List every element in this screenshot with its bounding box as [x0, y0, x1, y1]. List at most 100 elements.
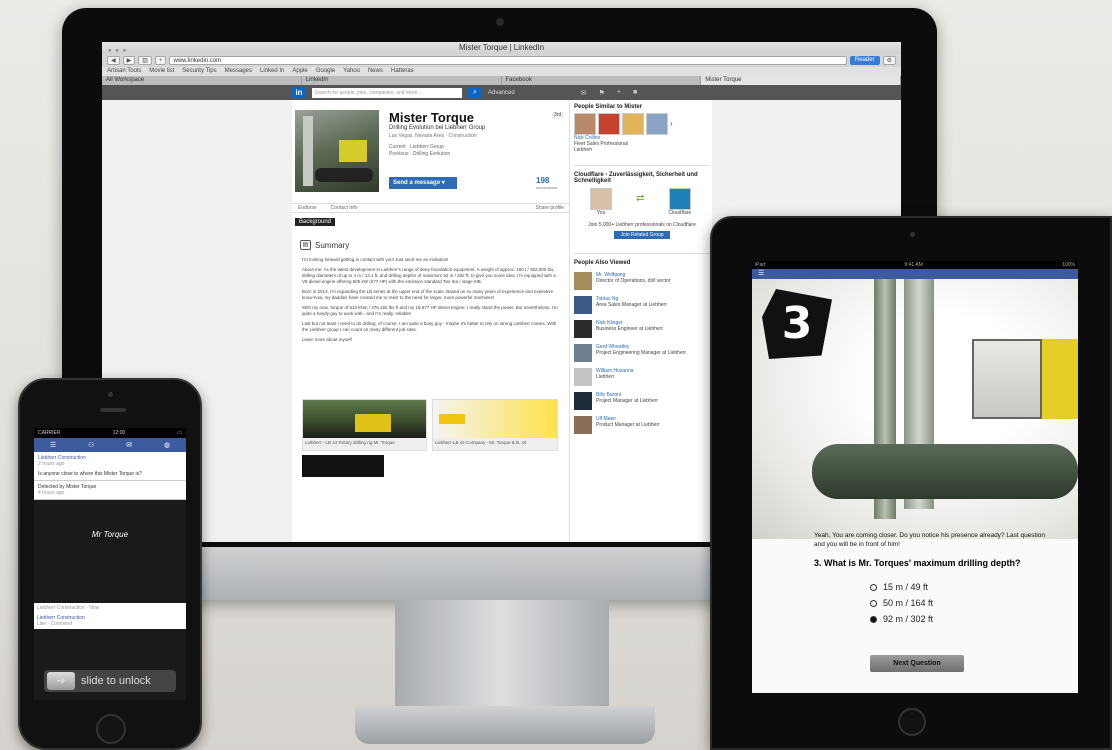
add-connection-icon[interactable]: + [617, 89, 621, 97]
sidebar-icon[interactable]: ▥ [138, 56, 152, 65]
iphone-screen: CARRIER 12:00 ▭ ☰ ⚇ ✉ ◍ Liebherr Construct… [34, 428, 186, 700]
chevron-right-icon[interactable]: › [670, 113, 673, 135]
answer-option[interactable]: 15 m / 49 ft [870, 579, 933, 595]
messages-icon[interactable]: ✉ [126, 441, 132, 449]
inbox-icon[interactable]: ✉ [581, 89, 587, 97]
join-group-button[interactable]: Join Related Group [614, 231, 670, 239]
radio-icon[interactable] [870, 599, 877, 607]
back-icon[interactable]: ◀ [107, 56, 120, 65]
linkedin-topbar: in Search for people, jobs, companies, a… [102, 85, 901, 100]
tab-facebook[interactable]: Facebook [502, 76, 702, 85]
media-thumbnail[interactable]: Liebherr - LB 44 Rotary drilling rig Mr.… [302, 399, 427, 451]
traffic-lights-icon[interactable]: ● ● ● [108, 45, 127, 57]
tab-linkedin[interactable]: LinkedIn [302, 76, 502, 85]
list-item[interactable]: Mr. Wolfgang Director of Operations, dril… [574, 272, 710, 290]
avatar [574, 416, 592, 434]
browser-toolbar: ◀ ▶ ▥ + www.linkedin.com Reader ⚙ [102, 54, 901, 67]
linkedin-logo[interactable]: in [292, 87, 306, 98]
advanced-search-link[interactable]: Advanced [488, 90, 515, 96]
background-tab[interactable]: Background [295, 218, 336, 226]
avatar[interactable] [646, 113, 668, 135]
answer-option[interactable]: 92 m / 302 ft [870, 611, 933, 627]
list-item[interactable]: Gerd Wheatley Project Engineering Manager… [574, 344, 710, 362]
avatar [574, 344, 592, 362]
arrow-right-icon[interactable]: ➜ [47, 672, 75, 690]
imac-stand-foot [355, 706, 655, 744]
profile-photo[interactable] [295, 110, 379, 192]
contact-info-link[interactable]: Contact Info [331, 204, 358, 212]
friends-icon[interactable]: ⚇ [88, 441, 94, 449]
bookmark-item[interactable]: Linked In [260, 67, 284, 76]
learn-more-link[interactable]: Learn more about myself [302, 337, 558, 343]
briefcase-icon: ▤ [300, 240, 311, 250]
battery-icon: ▭ [177, 430, 182, 436]
radio-icon[interactable] [870, 583, 877, 591]
list-item[interactable]: Ulf Maier Product Manager at Liebherr [574, 416, 710, 434]
endorse-link[interactable]: Endorse [298, 204, 317, 212]
status-bar: iPad 9:41 AM 100% [752, 261, 1078, 269]
bookmark-item[interactable]: Artisan Tools [107, 67, 141, 76]
bookmark-item[interactable]: Google [316, 67, 335, 76]
mr-torque-logo: Mr Torque [91, 530, 129, 539]
ad-company-label: Cloudflare [668, 210, 692, 216]
forward-icon[interactable]: ▶ [122, 56, 136, 65]
summary-heading: ▤ Summary [300, 240, 349, 250]
video-block[interactable] [302, 455, 384, 477]
list-item[interactable]: William Hosanna Liebherr [574, 368, 710, 386]
slide-label: slide to unlock [81, 675, 151, 687]
connection-degree-badge: 3rd [552, 112, 564, 118]
list-item[interactable]: Nick Klinger Business Engineer at Liebher… [574, 320, 710, 338]
tab-bar: All Workspace LinkedIn Facebook Mister T… [102, 76, 901, 85]
notification-card[interactable]: Liebherr Construction · Now Liebherr Con… [34, 603, 186, 629]
avatar[interactable] [598, 113, 620, 135]
avatar[interactable] [622, 113, 644, 135]
feed-post[interactable]: Detected by Mister Torque 4 hours ago [34, 481, 186, 500]
reader-button[interactable]: Reader [849, 56, 880, 65]
bookmark-item[interactable]: Movie list [149, 67, 174, 76]
add-icon[interactable]: + [154, 56, 167, 65]
menu-icon[interactable]: ☰ [50, 441, 56, 449]
camera-dot [496, 18, 504, 26]
tab-mister-torque[interactable]: Mister Torque [701, 76, 901, 85]
bookmark-item[interactable]: Messages [225, 67, 252, 76]
home-button[interactable] [898, 708, 926, 736]
list-item[interactable]: Tobias Ng Area Sales Manager at Liebherr [574, 296, 710, 314]
search-icon[interactable]: ⌕ [468, 87, 482, 98]
share-profile-link[interactable]: Share profile [536, 204, 570, 212]
next-question-button[interactable]: Next Question [870, 655, 964, 672]
profile-location: Las Vegas, Nevada Area · Construction [389, 133, 477, 139]
bookmark-item[interactable]: Apple [292, 67, 307, 76]
answer-option[interactable]: 50 m / 164 ft [870, 595, 933, 611]
flag-icon[interactable]: ⚑ [599, 89, 605, 97]
avatar[interactable] [574, 113, 596, 135]
tab-workspace[interactable]: All Workspace [102, 76, 302, 85]
slide-to-unlock[interactable]: ➜ slide to unlock [44, 670, 176, 692]
connections-count[interactable]: 198 connections [536, 176, 557, 190]
bookmark-item[interactable]: Yahoo [343, 67, 360, 76]
profile-positions: Current · Liebherr Group Previous · Dril… [389, 144, 451, 157]
media-thumbnail[interactable]: Liebherr-LB 44 Company - Mr. Torque & B.… [432, 399, 558, 451]
profile-headline: Drilling Evolution bei Liebherr Group [389, 125, 486, 131]
avatar [574, 320, 592, 338]
list-item[interactable]: Billy Baroni Project Manager at Liebherr [574, 392, 710, 410]
avatar-icon[interactable]: ■ [633, 89, 637, 97]
bookmark-item[interactable]: Hatteras [391, 67, 414, 76]
feed-post[interactable]: Liebherr Construction 2 hours ago Is any… [34, 452, 186, 481]
avatar [590, 188, 612, 210]
linkedin-search-input[interactable]: Search for people, jobs, companies, and … [312, 87, 462, 98]
settings-icon[interactable]: ⚙ [882, 56, 896, 65]
linkedin-page: Mister Torque Drilling Evolution bei Lie… [292, 100, 712, 542]
url-field[interactable]: www.linkedin.com [169, 56, 847, 65]
bookmark-item[interactable]: Security Tips [182, 67, 216, 76]
similar-company: Liebherr [574, 147, 593, 153]
menu-icon[interactable]: ☰ [758, 270, 764, 277]
globe-icon[interactable]: ◍ [164, 441, 170, 449]
radio-selected-icon[interactable] [870, 615, 877, 623]
send-message-button[interactable]: Send a message ▾ [389, 177, 457, 189]
home-button[interactable] [96, 714, 126, 744]
quiz-question: 3. What is Mr. Torques' maximum drilling… [814, 558, 1021, 568]
iphone-device: CARRIER 12:00 ▭ ☰ ⚇ ✉ ◍ Liebherr Construct… [18, 378, 202, 750]
bookmark-item[interactable]: News [368, 67, 383, 76]
camera-dot [910, 232, 915, 237]
drilling-rig-artwork: 3 [752, 279, 1078, 539]
